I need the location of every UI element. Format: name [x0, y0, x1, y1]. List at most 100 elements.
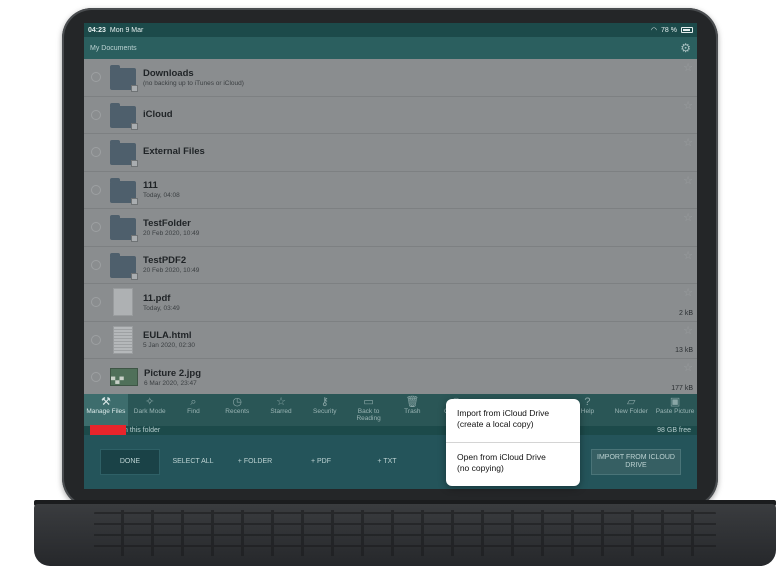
folder-info-text: n this folder — [124, 427, 161, 434]
battery-icon — [681, 27, 693, 33]
file-name: Picture 2.jpg — [144, 367, 202, 379]
status-time: 04:23 — [88, 26, 106, 34]
add-folder-button[interactable]: + FOLDER — [226, 458, 284, 466]
book-icon: ▭ — [363, 396, 374, 408]
folder-badge-icon — [131, 235, 138, 243]
file-row[interactable]: Picture 2.jpg6 Mar 2020, 23:47 ☆ 177 kB — [84, 359, 697, 397]
file-row[interactable]: iCloud ☆ — [84, 97, 697, 134]
folder-info-strip: n this folder 98 GB free — [84, 426, 697, 435]
select-circle[interactable] — [91, 72, 101, 83]
file-name: iCloud — [143, 108, 173, 120]
file-row[interactable]: External Files ☆ — [84, 134, 697, 172]
open-no-copy-subtitle: (no copying) — [457, 463, 504, 473]
add-pdf-button[interactable]: + PDF — [292, 458, 350, 466]
gear-icon[interactable]: ⚙ — [680, 41, 691, 55]
app-screen: 04:23 Mon 9 Mar ◠ 78 % My Documents ⚙ Do… — [84, 23, 697, 489]
star-icon[interactable]: ☆ — [683, 136, 693, 149]
select-circle[interactable] — [91, 222, 101, 233]
star-icon[interactable]: ☆ — [683, 361, 693, 374]
status-bar: 04:23 Mon 9 Mar ◠ 78 % — [84, 23, 697, 37]
toolbar-item-paste-picture[interactable]: ▣ Paste Picture — [653, 394, 697, 426]
open-no-copy-option[interactable]: Open from iCloud Drive (no copying) — [446, 443, 580, 486]
toolbar-item-manage-files[interactable]: ⚒ Manage Files — [84, 394, 128, 426]
file-name: EULA.html — [143, 330, 192, 342]
select-circle[interactable] — [91, 184, 101, 195]
status-date: Mon 9 Mar — [109, 26, 144, 34]
toolbar-item-recents[interactable]: ◷ Recents — [215, 394, 259, 426]
select-circle[interactable] — [91, 147, 101, 158]
battery-percent: 78 % — [661, 26, 677, 34]
toolbar-item-label: Trash — [404, 408, 421, 415]
picture-icon: ▣ — [669, 396, 681, 408]
search-icon: ⌕ — [190, 396, 197, 408]
star-icon[interactable]: ☆ — [683, 61, 693, 74]
trash-icon: 🗑 — [405, 396, 420, 408]
folder-icon — [110, 177, 138, 205]
toolbar-item-label: Recents — [225, 408, 250, 415]
toolbar-item-new-folder[interactable]: ▱ New Folder — [609, 394, 653, 426]
file-info: EULA.html 5 Jan 2020, 02:30 — [143, 330, 195, 349]
file-subtitle: Today, 04:08 — [143, 192, 180, 200]
toolbar-item-label: Security — [313, 408, 337, 415]
folder-badge-icon — [131, 122, 138, 130]
file-size: 13 kB — [675, 347, 693, 354]
sparkle-icon: ✧ — [145, 396, 155, 408]
toolbar-item-find[interactable]: ⌕ Find — [172, 394, 216, 426]
file-row[interactable]: EULA.html 5 Jan 2020, 02:30 ☆ 13 kB — [84, 322, 697, 359]
toolbar-item-label: Dark Mode — [133, 408, 166, 415]
file-info: TestFolder 20 Feb 2020, 10:49 — [143, 218, 199, 237]
file-name: External Files — [143, 146, 205, 158]
toolbar-item-label: Help — [580, 408, 595, 415]
star-icon[interactable]: ☆ — [683, 99, 693, 112]
star-icon[interactable]: ☆ — [683, 286, 693, 299]
file-row[interactable]: 11.pdf Today, 03:49 ☆ 2 kB — [84, 284, 697, 322]
star-icon[interactable]: ☆ — [683, 249, 693, 262]
folder-badge-icon — [131, 85, 138, 93]
select-all-button[interactable]: SELECT ALL — [168, 458, 218, 466]
select-circle[interactable] — [91, 109, 101, 120]
import-copy-title: Import from iCloud Drive — [457, 408, 550, 418]
toolbar-item-security[interactable]: ⚷ Security — [303, 394, 347, 426]
select-circle[interactable] — [91, 259, 101, 270]
file-row[interactable]: 111 Today, 04:08 ☆ — [84, 172, 697, 209]
nav-title[interactable]: My Documents — [90, 45, 137, 52]
file-row[interactable]: Downloads (no backing up to iTunes or iCl… — [84, 59, 697, 97]
bottom-toolbar: ⚒ Manage Files ✧ Dark Mode ⌕ Find ◷ Recents ☆ Sta… — [84, 394, 697, 426]
toolbar-item-back-to-reading[interactable]: ▭ Back to Reading — [347, 394, 391, 426]
file-name: TestFolder — [143, 217, 191, 229]
toolbar-item-label: New Folder — [614, 408, 648, 415]
folder-icon — [110, 65, 138, 93]
import-popover: Import from iCloud Drive (create a local… — [446, 399, 580, 486]
toolbar-item-starred[interactable]: ☆ Starred — [259, 394, 303, 426]
star-icon[interactable]: ☆ — [683, 324, 693, 337]
select-circle[interactable] — [91, 297, 101, 308]
help-icon: ? — [584, 396, 591, 408]
file-info: External Files — [143, 146, 205, 158]
file-row[interactable]: TestPDF2 20 Feb 2020, 10:49 ☆ — [84, 247, 697, 284]
file-row[interactable]: TestFolder 20 Feb 2020, 10:49 ☆ — [84, 209, 697, 247]
file-info: iCloud — [143, 109, 173, 121]
add-txt-button[interactable]: + TXT — [358, 458, 416, 466]
folder-icon — [110, 140, 138, 168]
highlight-marker — [90, 425, 126, 435]
select-circle[interactable] — [91, 372, 101, 383]
folder-icon — [110, 102, 138, 130]
free-space: 98 GB free — [657, 427, 691, 434]
folder-badge-icon — [131, 272, 138, 280]
document-icon — [113, 288, 133, 317]
import-icloud-button[interactable]: IMPORT FROM ICLOUD DRIVE — [591, 449, 681, 475]
toolbar-item-dark-mode[interactable]: ✧ Dark Mode — [128, 394, 172, 426]
star-icon[interactable]: ☆ — [683, 211, 693, 224]
file-size: 2 kB — [678, 309, 693, 317]
file-info: 11.pdf Today, 03:49 — [143, 293, 180, 312]
file-info: 111 Today, 04:08 — [143, 180, 180, 199]
select-circle[interactable] — [91, 334, 101, 345]
toolbar-item-trash[interactable]: 🗑 Trash — [390, 394, 434, 426]
import-copy-option[interactable]: Import from iCloud Drive (create a local… — [446, 399, 580, 442]
star-icon[interactable]: ☆ — [683, 174, 693, 187]
file-list: Downloads (no backing up to iTunes or iCl… — [84, 59, 697, 397]
image-thumbnail — [110, 368, 138, 387]
star-icon: ☆ — [276, 396, 286, 408]
folder-icon — [110, 215, 138, 243]
done-button[interactable]: DONE — [100, 449, 160, 475]
